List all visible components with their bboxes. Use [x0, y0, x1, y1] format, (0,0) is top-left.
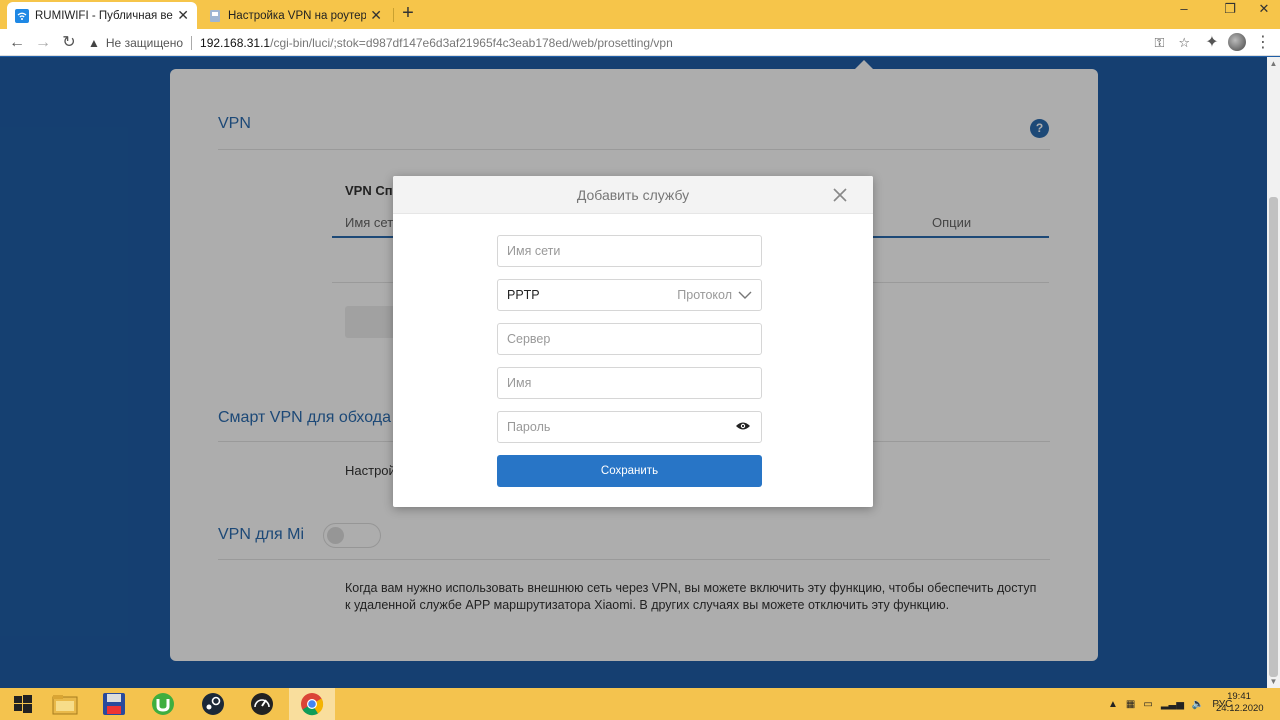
add-service-dialog: Добавить службу PPTP Протокол Сохранить	[393, 176, 873, 507]
menu-icon[interactable]: ⋮	[1252, 32, 1274, 54]
system-tray: ▲ ▦ ▭ ▂▃▅ 🔈 РУС	[1108, 688, 1232, 720]
chevron-down-icon	[738, 291, 752, 299]
clock[interactable]: 19:41 24.12.2020	[1216, 691, 1264, 715]
network-icon[interactable]: ▦	[1126, 699, 1135, 710]
chrome-icon[interactable]	[289, 688, 335, 720]
password-input[interactable]	[497, 411, 762, 443]
network-name-input[interactable]	[497, 235, 762, 267]
protocol-select[interactable]: PPTP Протокол	[497, 279, 762, 311]
clock-time: 19:41	[1227, 691, 1251, 702]
protocol-label: Протокол	[677, 288, 732, 302]
star-icon[interactable]: ☆	[1178, 32, 1190, 54]
back-icon[interactable]: ←	[6, 32, 28, 54]
save-floppy-icon[interactable]	[91, 688, 137, 720]
protocol-value: PPTP	[507, 288, 540, 302]
security-label[interactable]: Не защищено	[106, 36, 183, 50]
page-viewport: VPN ? VPN Сп Имя сети Опции Смарт VPN дл…	[0, 57, 1267, 688]
url-host: 192.168.31.1	[200, 36, 271, 50]
clock-date: 24.12.2020	[1216, 703, 1264, 714]
tab-strip: RUMIWIFI - Публичная версия ✕ Настройка …	[0, 0, 1280, 29]
address-bar[interactable]: ▲ Не защищено 192.168.31.1/cgi-bin/luci/…	[88, 32, 1196, 54]
key-icon[interactable]: ⚿	[1154, 32, 1164, 54]
steam-icon[interactable]	[190, 688, 236, 720]
page-favicon-icon	[210, 9, 220, 22]
extensions-icon[interactable]: ✦	[1201, 32, 1223, 54]
utorrent-icon[interactable]	[140, 688, 186, 720]
tab-title: RUMIWIFI - Публичная версия	[35, 9, 173, 22]
signal-icon[interactable]: ▂▃▅	[1161, 699, 1184, 710]
profile-avatar[interactable]	[1228, 33, 1246, 51]
tab-title: Настройка VPN на роутере Xiaomi	[228, 9, 367, 22]
dialog-header: Добавить службу	[393, 176, 873, 214]
file-explorer-icon[interactable]	[42, 688, 88, 720]
url-path: /cgi-bin/luci/;stok=d987df147e6d3af21965…	[270, 36, 673, 50]
warning-icon[interactable]: ▲	[88, 36, 100, 50]
forward-icon[interactable]: →	[32, 32, 54, 54]
windows-taskbar: ▲ ▦ ▭ ▂▃▅ 🔈 РУС 19:41 24.12.2020	[0, 688, 1280, 720]
start-icon[interactable]	[0, 688, 46, 720]
battery-icon[interactable]: ▭	[1143, 699, 1152, 710]
username-input[interactable]	[497, 367, 762, 399]
close-tab-icon[interactable]: ✕	[177, 7, 189, 24]
omnibox-actions: ⚿ ☆	[1154, 32, 1190, 54]
speedometer-icon[interactable]	[239, 688, 285, 720]
scroll-down-icon[interactable]: ▼	[1267, 677, 1280, 686]
eye-icon[interactable]	[735, 420, 751, 432]
tab-rumiwifi[interactable]: RUMIWIFI - Публичная версия ✕	[7, 2, 197, 29]
close-window-button[interactable]: ✕	[1244, 0, 1280, 20]
divider	[191, 36, 193, 50]
wifi-icon	[15, 8, 29, 23]
minimize-button[interactable]: –	[1164, 0, 1204, 20]
page-scrollbar[interactable]: ▲ ▼	[1267, 57, 1280, 688]
browser-toolbar: ← → ↻ ▲ Не защищено 192.168.31.1/cgi-bin…	[0, 29, 1280, 56]
volume-icon[interactable]: 🔈	[1192, 699, 1204, 710]
new-tab-button[interactable]: +	[398, 3, 418, 24]
dialog-title: Добавить службу	[576, 187, 690, 203]
close-tab-icon[interactable]: ✕	[370, 7, 382, 24]
tab-separator	[393, 8, 394, 22]
scroll-up-icon[interactable]: ▲	[1267, 59, 1280, 68]
close-icon[interactable]	[829, 184, 851, 206]
chevron-up-icon[interactable]: ▲	[1108, 699, 1118, 710]
tab-vpn-article[interactable]: Настройка VPN на роутере Xiaomi ✕	[200, 2, 390, 29]
server-input[interactable]	[497, 323, 762, 355]
reload-icon[interactable]: ↻	[58, 32, 80, 54]
scroll-thumb[interactable]	[1269, 197, 1278, 677]
save-button[interactable]: Сохранить	[497, 455, 762, 487]
